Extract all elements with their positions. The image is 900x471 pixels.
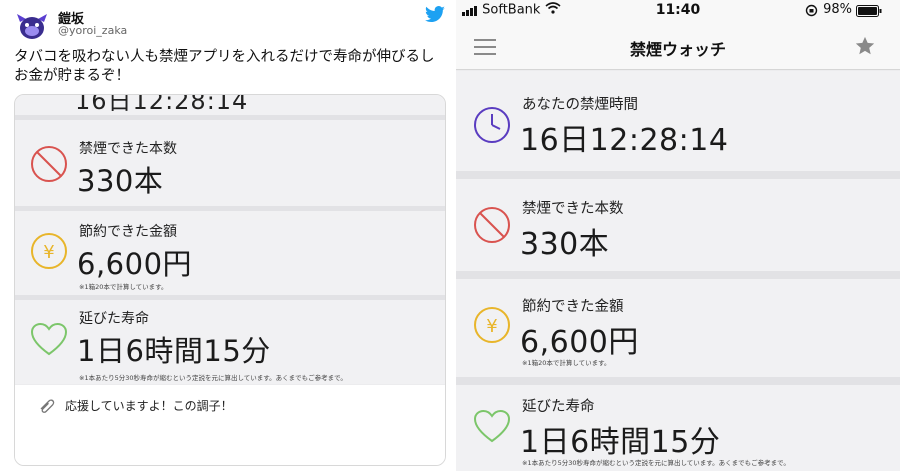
card-value: 16日12:28:14 [520, 123, 729, 158]
page-title: 禁煙ウォッチ [629, 40, 726, 59]
divider [456, 377, 900, 385]
user-handle[interactable]: @yoroi_zaka [58, 24, 127, 37]
navigation-bar: 禁煙ウォッチ [456, 22, 900, 70]
orientation-lock-icon [805, 4, 818, 17]
card-note: ※1箱20本で計算しています。 [522, 359, 611, 367]
card-note: ※1本あたり5分30秒寿命が縮むという定説を元に算出しています。あくまでもご参考… [79, 374, 347, 382]
twitter-bird-icon[interactable] [424, 6, 446, 24]
embedded-app-view: 16日12:28:14 禁煙できた本数 330本 ¥ 節約できた金額 6,600… [15, 95, 445, 465]
star-icon[interactable] [854, 35, 876, 57]
card-value: 1日6時間15分 [77, 334, 271, 368]
card-label: 延びた寿命 [522, 399, 595, 415]
card-lifespan: 延びた寿命 1日6時間15分 ※1本あたり5分30秒寿命が縮むという定説を元に算… [15, 300, 445, 384]
tweet-text: タバコを吸わない人も禁煙アプリを入れるだけで寿命が伸びるしお金が貯まるぞ！ [14, 49, 435, 84]
svg-text:¥: ¥ [486, 316, 497, 337]
clock-icon [474, 107, 510, 143]
card-note: ※1箱20本で計算しています。 [79, 283, 168, 291]
card-value: 6,600円 [520, 325, 639, 360]
card-label: 禁煙できた本数 [522, 201, 624, 217]
card-money: ¥ 節約できた金額 6,600円 ※1箱20本で計算しています。 [15, 211, 445, 295]
card-cigarettes: 禁煙できた本数 330本 [456, 179, 900, 271]
card-value: 1日6時間15分 [520, 425, 721, 460]
battery-percent: 98% [823, 2, 852, 17]
card-money: ¥ 節約できた金額 6,600円 ※1箱20本で計算しています。 [456, 279, 900, 377]
card-label: あなたの禁煙時間 [522, 97, 638, 113]
paperclip-icon [40, 399, 55, 413]
yen-coin-icon: ¥ [31, 233, 67, 269]
svg-text:¥: ¥ [43, 242, 54, 263]
card-value: 6,600円 [77, 247, 193, 281]
card-note: ※1本あたり5分30秒寿命が縮むという定説を元に算出しています。あくまでもご参考… [522, 459, 790, 467]
embedded-screenshot[interactable]: 16日12:28:14 禁煙できた本数 330本 ¥ 節約できた金額 6,600… [14, 94, 446, 466]
card-value: 330本 [77, 164, 164, 198]
card-label: 禁煙できた本数 [79, 141, 177, 157]
reply-text: 応援していますよ！この調子！ [65, 399, 233, 413]
no-smoking-icon [31, 146, 67, 182]
heart-icon [473, 409, 511, 443]
cut-off-value: 16日12:28:14 [15, 95, 445, 115]
card-label: 節約できた金額 [522, 299, 624, 315]
divider [456, 271, 900, 279]
card-quit-time: あなたの禁煙時間 16日12:28:14 [456, 71, 900, 171]
avatar[interactable] [14, 8, 50, 44]
card-cigarettes: 禁煙できた本数 330本 [15, 120, 445, 206]
card-label: 延びた寿命 [79, 311, 149, 327]
yen-coin-icon: ¥ [474, 307, 510, 343]
card-lifespan: 延びた寿命 1日6時間15分 ※1本あたり5分30秒寿命が縮むという定説を元に算… [456, 385, 900, 471]
card-value: 330本 [520, 227, 610, 262]
app-screen: SoftBank 11:40 98% 禁煙ウォッチ あなたの禁煙時間 16日12… [456, 0, 900, 471]
battery-icon [856, 5, 882, 17]
reply-area: 応援していますよ！この調子！ [15, 385, 445, 465]
divider [456, 171, 900, 179]
no-smoking-icon [474, 207, 510, 243]
status-bar: SoftBank 11:40 98% [456, 0, 900, 22]
heart-icon [30, 322, 68, 356]
tweet: 鎧坂 @yoroi_zaka タバコを吸わない人も禁煙アプリを入れるだけで寿命が… [0, 0, 456, 471]
cut-value-text: 16日12:28:14 [75, 95, 249, 115]
card-label: 節約できた金額 [79, 224, 177, 240]
